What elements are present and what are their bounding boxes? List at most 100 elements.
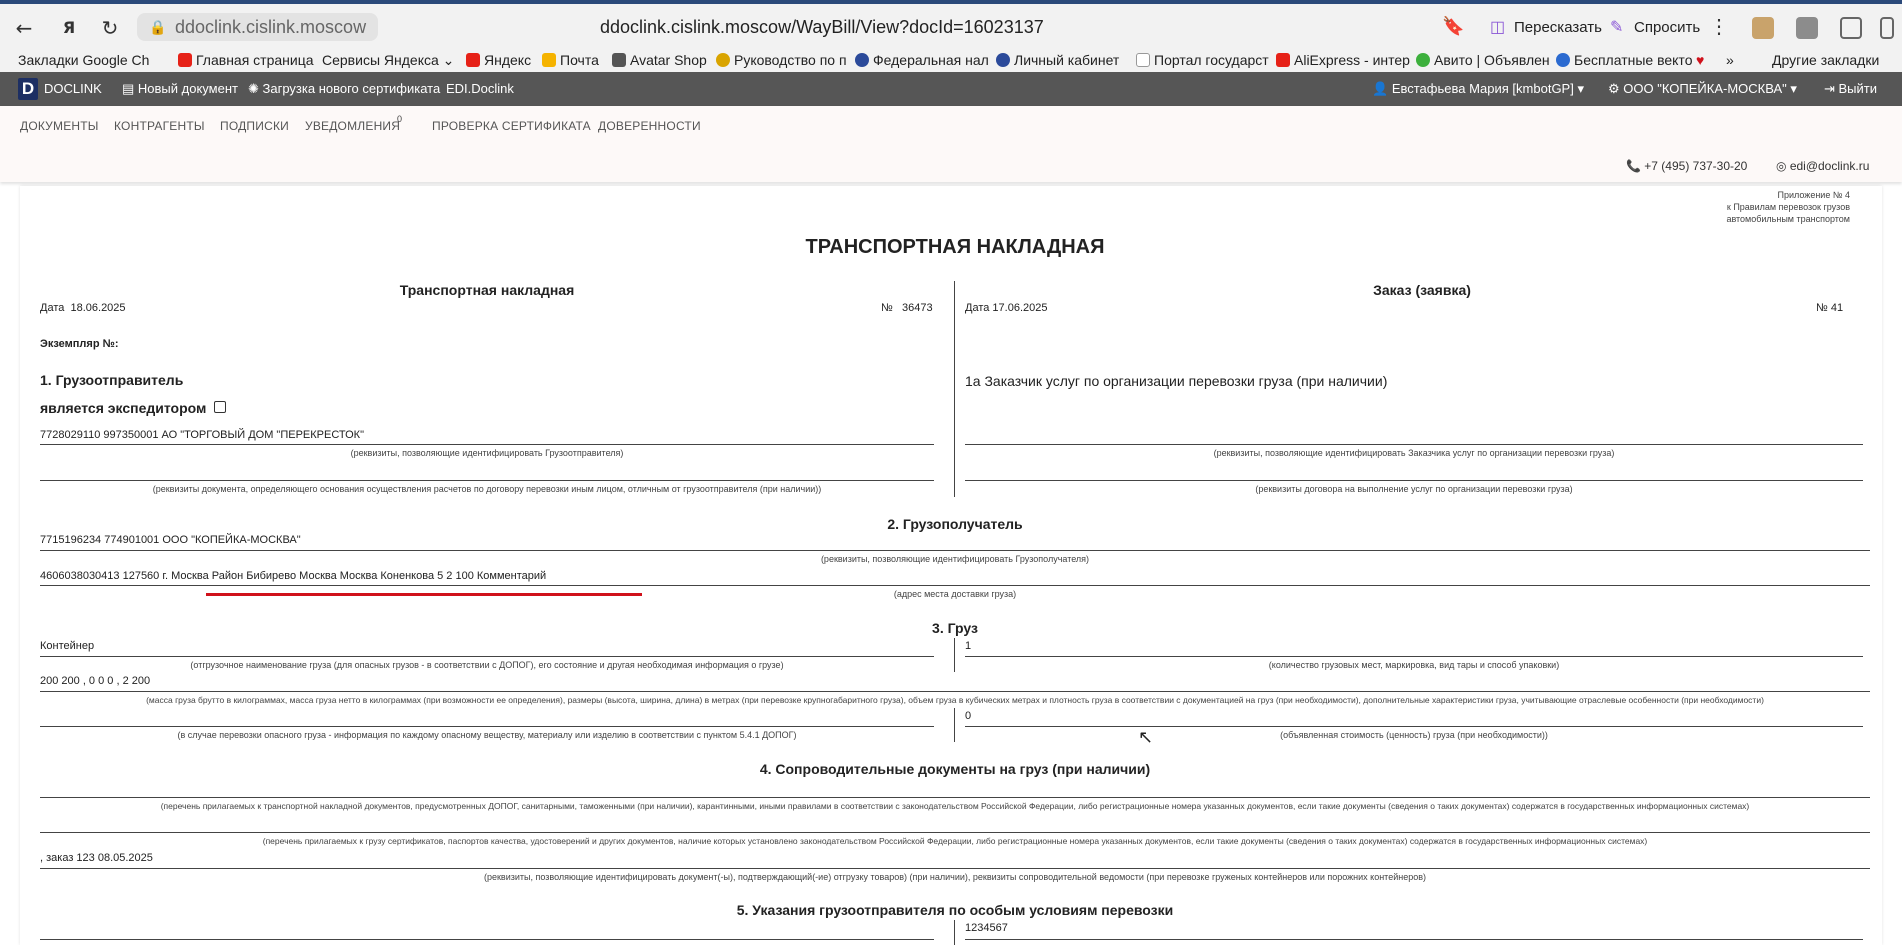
yandex-bookmark-icon [178,53,192,67]
certificates-caption: (перечень прилагаемых к грузу сертификат… [262,836,1648,846]
notifications-badge: 0 [397,114,403,124]
shipper-caption: (реквизиты, позволяющие идентифицировать… [350,448,624,458]
bookmark-tax[interactable]: Федеральная нал [855,52,989,68]
waybill-header: Транспортная накладная [399,282,575,298]
logout-icon: ⇥ [1824,81,1839,96]
bookmark-other[interactable]: Другие закладки [1772,52,1879,68]
shipment-docs-caption: (реквизиты, позволяющие идентифицировать… [483,872,1427,882]
bookmark-yandex[interactable]: Яндекс [466,52,531,68]
tab-contractors[interactable]: КОНТРАГЕНТЫ [114,119,205,133]
email-contact[interactable]: ◎ edi@doclink.ru [1776,159,1869,173]
section-4-title: 4. Сопроводительные документы на груз (п… [759,761,1151,777]
brand-name[interactable]: DOCLINK [44,81,102,96]
cargo-places: 1 [965,640,972,652]
downloads-icon[interactable] [1796,17,1818,39]
tab-documents[interactable]: ДОКУМЕНТЫ [20,119,99,133]
bookmark-yandex-services[interactable]: Сервисы Яндекса ⌄ [322,52,454,69]
cargo-mass: 200 200 , 0 0 0 , 2 200 [40,675,151,687]
org-menu[interactable]: ⚙ ООО "КОПЕЙКА-МОСКВА" ▾ [1608,81,1797,97]
forwarder-checkbox[interactable] [214,401,226,413]
section-2-title: 2. Грузополучатель [887,516,1023,532]
logout-button[interactable]: ⇥ Выйти [1824,81,1877,97]
mail-icon [542,53,556,67]
bookmark-avatar-shop[interactable]: Avatar Shop [612,52,707,68]
cargo-name: Контейнер [40,640,95,652]
special-conditions-value: 1234567 [965,922,1008,934]
forwarder-label: является экспедитором [40,400,207,416]
delivery-address: 4606038030413 127560 г. Москва Район Биб… [40,570,547,582]
tab-certificate-check[interactable]: ПРОВЕРКА СЕРТИФИКАТА [432,119,591,133]
settlement-caption: (реквизиты документа, определяющего осно… [152,484,822,494]
bookmark-google[interactable]: Закладки Google Ch [18,52,149,68]
bookmark-mail[interactable]: Почта [542,52,599,68]
back-arrow-icon[interactable]: ← [10,14,38,42]
shipper-value: 7728029110 997350001 АО "ТОРГОВЫЙ ДОМ "П… [40,429,364,441]
extension-icon[interactable] [1752,17,1774,39]
certificate-icon: ✺ [248,81,263,96]
bookmark-aliexpress[interactable]: AliExpress - интер [1276,52,1410,68]
section-1a-title: 1а Заказчик услуг по организации перевоз… [965,373,1388,389]
contract-caption: (реквизиты договора на выполнение услуг … [1255,484,1573,494]
waybill-document: Приложение № 4 к Правилам перевозок груз… [20,186,1882,945]
mass-caption: (масса груза брутто в килограммах, масса… [146,695,1764,705]
tax-icon [996,53,1010,67]
new-document-link[interactable]: ▤ Новый документ [122,81,238,97]
phone-icon: 📞 [1626,159,1645,173]
ask-button[interactable]: ✎ Спросить [1610,14,1700,42]
heart-icon[interactable]: ♥ [1696,52,1704,68]
bookmark-icon[interactable]: 🔖 [1442,16,1464,37]
upload-certificate-link[interactable]: ✺ Загрузка нового сертификата [248,81,440,97]
user-icon: 👤 [1372,81,1392,96]
declared-value-caption: (объявленная стоимость (ценность) груза … [1280,730,1548,740]
address-bar[interactable]: ddoclink.cislink.moscow/WayBill/View?doc… [600,17,1044,38]
tab-powers-of-attorney[interactable]: ДОВЕРЕННОСТИ [598,119,701,133]
bookmark-avito[interactable]: Авито | Объявлен [1416,52,1550,68]
main-nav: ДОКУМЕНТЫ КОНТРАГЕНТЫ ПОДПИСКИ УВЕДОМЛЕН… [0,106,1902,182]
vector-icon [1556,53,1570,67]
phone-contact[interactable]: 📞 +7 (495) 737-30-20 [1626,159,1747,173]
sidebar-icon[interactable] [1880,17,1894,39]
url-host-text: ddoclink.cislink.moscow [175,17,367,37]
yandex-bookmark-icon [466,53,480,67]
shop-icon [612,53,626,67]
avito-icon [1416,53,1430,67]
appendix-line-3: автомобильным транспортом [1726,214,1850,224]
yandex-icon[interactable]: Я [55,14,83,42]
dangerous-goods-caption: (в случае перевозки опасного груза - инф… [177,730,797,740]
url-host-pill[interactable]: 🔒 ddoclink.cislink.moscow [137,13,379,41]
edi-doclink-link[interactable]: EDI.Doclink [446,81,514,96]
summarize-button[interactable]: ◫ Пересказать [1490,14,1602,42]
declared-value: 0 [965,710,972,722]
gear-icon: ⚙ [1608,81,1624,96]
tab-subscriptions[interactable]: ПОДПИСКИ [220,119,289,133]
appendix-line-1: Приложение № 4 [1777,190,1850,200]
reload-icon[interactable]: ↻ [96,14,124,42]
consignee-value: 7715196234 774901001 ООО "КОПЕЙКА-МОСКВА… [40,534,301,546]
tabs-icon[interactable] [1840,17,1862,39]
doclink-logo[interactable]: D [18,78,38,100]
browser-toolbar: ← Я ↻ 🔒 ddoclink.cislink.moscow ddoclink… [0,4,1902,50]
bookmark-guide[interactable]: Руководство по п [716,52,847,68]
gear-icon [716,53,730,67]
email-icon: ◎ [1776,159,1790,173]
tax-icon [855,53,869,67]
bookmark-cabinet[interactable]: Личный кабинет [996,52,1119,68]
waybill-date: Дата 18.06.2025 [40,302,126,314]
consignee-caption: (реквизиты, позволяющие идентифицировать… [820,554,1090,564]
accompanying-docs-caption: (перечень прилагаемых к транспортной нак… [160,801,1750,811]
more-bookmarks-icon[interactable]: » [1726,52,1734,68]
user-menu[interactable]: 👤 Евстафьева Мария [kmbotGP] ▾ [1372,81,1584,97]
bookmark-vectors[interactable]: Бесплатные векто [1556,52,1692,68]
customer-caption: (реквизиты, позволяющие идентифицировать… [1213,448,1615,458]
bookmark-gosuslugi[interactable]: Портал государст [1136,52,1269,68]
places-caption: (количество грузовых мест, маркировка, в… [1268,660,1560,670]
more-menu-icon[interactable]: ⋮ [1709,14,1729,39]
summarize-icon: ◫ [1490,19,1506,36]
bookmark-main-page[interactable]: Главная страница [178,52,314,68]
section-3-title: 3. Груз [932,620,978,636]
column-divider [954,281,955,497]
tab-notifications[interactable]: УВЕДОМЛЕНИЯ [305,119,400,133]
ask-icon: ✎ [1610,19,1624,36]
order-date: Дата 17.06.2025 [965,302,1048,314]
copy-label: Экземпляр №: [40,338,119,350]
